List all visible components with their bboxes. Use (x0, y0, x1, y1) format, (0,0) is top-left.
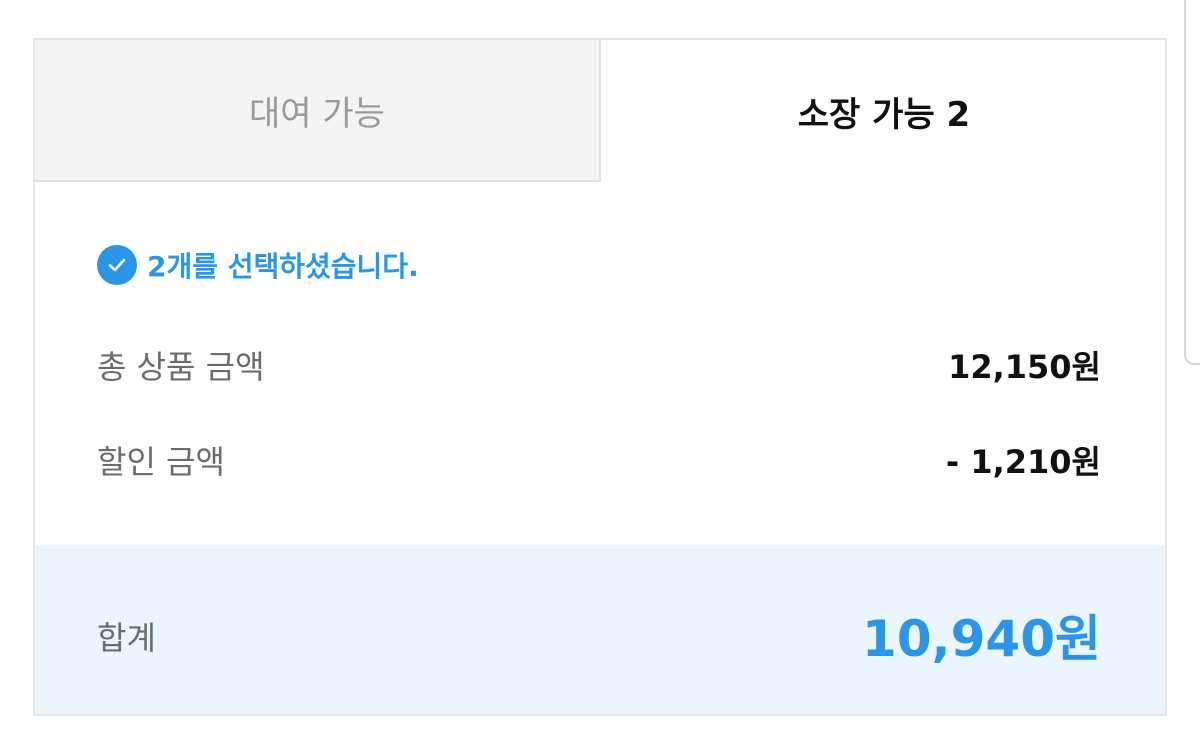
total-price-row: 총 상품 금액 12,150원 (97, 342, 1101, 388)
tab-bar: 대여 가능 소장 가능 2 (35, 40, 1165, 182)
selection-message: 2개를 선택하셨습니다. (147, 250, 419, 283)
grand-total-value: 10,940원 (862, 610, 1101, 668)
scrollbar[interactable] (1184, 0, 1200, 365)
selection-status: 2개를 선택하셨습니다. (97, 245, 419, 285)
discount-value: - 1,210원 (945, 443, 1101, 481)
tab-rental[interactable]: 대여 가능 (35, 40, 601, 182)
check-circle-icon (97, 245, 137, 285)
purchase-summary-panel: 대여 가능 소장 가능 2 2개를 선택하셨습니다. 총 상품 금액 12,15… (33, 38, 1167, 716)
total-price-label: 총 상품 금액 (97, 348, 265, 386)
tab-own[interactable]: 소장 가능 2 (601, 40, 1165, 182)
discount-row: 할인 금액 - 1,210원 (97, 437, 1101, 483)
total-price-value: 12,150원 (948, 348, 1101, 386)
discount-label: 할인 금액 (97, 443, 225, 481)
grand-total-label: 합계 (97, 619, 156, 657)
grand-total-box: 합계 10,940원 (35, 545, 1165, 714)
